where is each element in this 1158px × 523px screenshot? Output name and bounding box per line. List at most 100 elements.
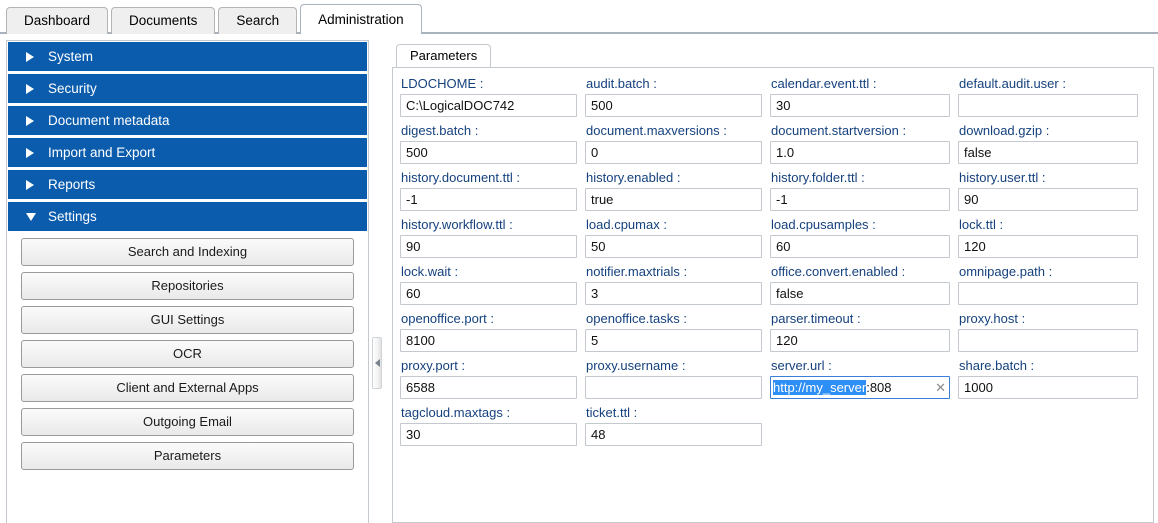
parameter-input[interactable] bbox=[770, 188, 950, 211]
parameter-input[interactable] bbox=[400, 235, 577, 258]
parameter-input-server-url[interactable]: http://my_server:808 ✕ bbox=[770, 376, 950, 399]
chevron-right-icon bbox=[26, 147, 34, 158]
chevron-right-icon bbox=[26, 179, 34, 190]
parameter-label: openoffice.port : bbox=[401, 311, 494, 326]
parameter-label: lock.ttl : bbox=[959, 217, 1004, 232]
parameter-label: notifier.maxtrials : bbox=[586, 264, 688, 279]
parameter-cell: openoffice.tasks : bbox=[585, 310, 770, 357]
parameter-input[interactable] bbox=[770, 94, 950, 117]
parameter-cell: LDOCHOME : bbox=[400, 75, 585, 122]
parameter-label: proxy.host : bbox=[959, 311, 1026, 326]
sidebar-item-search-and-indexing[interactable]: Search and Indexing bbox=[21, 238, 354, 266]
sidebar-section-settings[interactable]: Settings bbox=[8, 202, 367, 231]
parameter-cell: proxy.port : bbox=[400, 357, 585, 404]
parameter-input[interactable] bbox=[958, 282, 1138, 305]
parameter-input[interactable] bbox=[585, 141, 762, 164]
parameter-input[interactable] bbox=[958, 94, 1138, 117]
parameter-label: history.enabled : bbox=[586, 170, 681, 185]
parameter-cell: tagcloud.maxtags : bbox=[400, 404, 585, 451]
parameters-grid: LDOCHOME : audit.batch : calendar.event.tt… bbox=[400, 75, 1153, 451]
sidebar-accordion: System Security Document metadata Import an… bbox=[7, 42, 368, 470]
parameter-input[interactable] bbox=[958, 235, 1138, 258]
parameter-cell: default.audit.user : bbox=[958, 75, 1146, 122]
parameter-label: share.batch : bbox=[959, 358, 1035, 373]
parameter-label: digest.batch : bbox=[401, 123, 479, 138]
collapse-left-arrow-icon[interactable] bbox=[375, 359, 380, 367]
parameter-input[interactable] bbox=[958, 141, 1138, 164]
parameter-input[interactable] bbox=[958, 329, 1138, 352]
parameter-cell: office.convert.enabled : bbox=[770, 263, 958, 310]
parameter-cell: lock.wait : bbox=[400, 263, 585, 310]
sidebar-section-label: System bbox=[48, 49, 94, 64]
sidebar-item-outgoing-email[interactable]: Outgoing Email bbox=[21, 408, 354, 436]
sidebar-section-label: Reports bbox=[48, 177, 96, 192]
parameter-cell: history.user.ttl : bbox=[958, 169, 1146, 216]
sidebar-section-import-and-export[interactable]: Import and Export bbox=[8, 138, 367, 167]
splitter-grip[interactable] bbox=[372, 337, 382, 389]
parameter-label: proxy.port : bbox=[401, 358, 466, 373]
parameter-label: history.workflow.ttl : bbox=[401, 217, 513, 232]
parameter-cell: history.enabled : bbox=[585, 169, 770, 216]
parameter-cell: load.cpumax : bbox=[585, 216, 770, 263]
parameter-label: omnipage.path : bbox=[959, 264, 1053, 279]
clear-x-icon[interactable]: ✕ bbox=[931, 381, 946, 394]
sidebar-section-system[interactable]: System bbox=[8, 42, 367, 71]
admin-sidebar: System Security Document metadata Import an… bbox=[6, 40, 369, 523]
main-tab-bar: Dashboard Documents Search Administration bbox=[0, 0, 1158, 34]
chevron-right-icon bbox=[26, 115, 34, 126]
parameter-input[interactable] bbox=[770, 282, 950, 305]
main-tab-list: Dashboard Documents Search Administration bbox=[6, 4, 425, 34]
parameter-label: lock.wait : bbox=[401, 264, 459, 279]
parameter-input[interactable] bbox=[585, 94, 762, 117]
parameter-cell: notifier.maxtrials : bbox=[585, 263, 770, 310]
parameter-input[interactable] bbox=[585, 423, 762, 446]
parameter-input[interactable] bbox=[770, 329, 950, 352]
parameter-input[interactable] bbox=[958, 376, 1138, 399]
parameter-label: load.cpusamples : bbox=[771, 217, 876, 232]
sidebar-section-reports[interactable]: Reports bbox=[8, 170, 367, 199]
parameter-input[interactable] bbox=[585, 282, 762, 305]
sidebar-section-label: Document metadata bbox=[48, 113, 170, 128]
main-tab-documents[interactable]: Documents bbox=[111, 7, 216, 34]
parameter-input[interactable] bbox=[585, 329, 762, 352]
parameter-input[interactable] bbox=[400, 94, 577, 117]
parameter-cell: digest.batch : bbox=[400, 122, 585, 169]
sidebar-item-parameters[interactable]: Parameters bbox=[21, 442, 354, 470]
sidebar-section-security[interactable]: Security bbox=[8, 74, 367, 103]
sidebar-section-label: Settings bbox=[48, 209, 97, 224]
parameter-label: document.maxversions : bbox=[586, 123, 727, 138]
parameter-input[interactable] bbox=[770, 141, 950, 164]
sidebar-section-document-metadata[interactable]: Document metadata bbox=[8, 106, 367, 135]
parameter-input[interactable] bbox=[400, 376, 577, 399]
selected-text: http://my_server bbox=[773, 380, 867, 395]
parameter-input[interactable] bbox=[585, 376, 762, 399]
parameter-input[interactable] bbox=[770, 235, 950, 258]
trailing-text: :808 bbox=[866, 380, 892, 395]
parameter-input[interactable] bbox=[400, 329, 577, 352]
parameters-panel: Parameters LDOCHOME : audit.batch : calend… bbox=[392, 40, 1154, 523]
main-tab-search[interactable]: Search bbox=[218, 7, 298, 34]
sidebar-item-gui-settings[interactable]: GUI Settings bbox=[21, 306, 354, 334]
parameter-input[interactable] bbox=[585, 188, 762, 211]
main-tab-dashboard[interactable]: Dashboard bbox=[6, 7, 109, 34]
parameter-input[interactable] bbox=[400, 141, 577, 164]
parameter-cell: server.url : http://my_server:808 ✕ bbox=[770, 357, 958, 404]
parameter-input[interactable] bbox=[400, 282, 577, 305]
parameter-cell: history.folder.ttl : bbox=[770, 169, 958, 216]
parameter-input[interactable] bbox=[400, 188, 577, 211]
parameter-label: ticket.ttl : bbox=[586, 405, 638, 420]
parameter-label: history.folder.ttl : bbox=[771, 170, 865, 185]
parameter-input[interactable] bbox=[585, 235, 762, 258]
main-tab-administration[interactable]: Administration bbox=[300, 4, 422, 34]
parameter-input[interactable] bbox=[958, 188, 1138, 211]
sidebar-item-repositories[interactable]: Repositories bbox=[21, 272, 354, 300]
tab-parameters[interactable]: Parameters bbox=[396, 44, 492, 67]
parameter-cell: lock.ttl : bbox=[958, 216, 1146, 263]
sidebar-splitter[interactable] bbox=[371, 40, 383, 523]
parameter-label: history.user.ttl : bbox=[959, 170, 1046, 185]
parameter-cell: share.batch : bbox=[958, 357, 1146, 404]
sidebar-item-client-and-external-apps[interactable]: Client and External Apps bbox=[21, 374, 354, 402]
parameter-input[interactable] bbox=[400, 423, 577, 446]
sidebar-item-ocr[interactable]: OCR bbox=[21, 340, 354, 368]
parameter-cell: load.cpusamples : bbox=[770, 216, 958, 263]
